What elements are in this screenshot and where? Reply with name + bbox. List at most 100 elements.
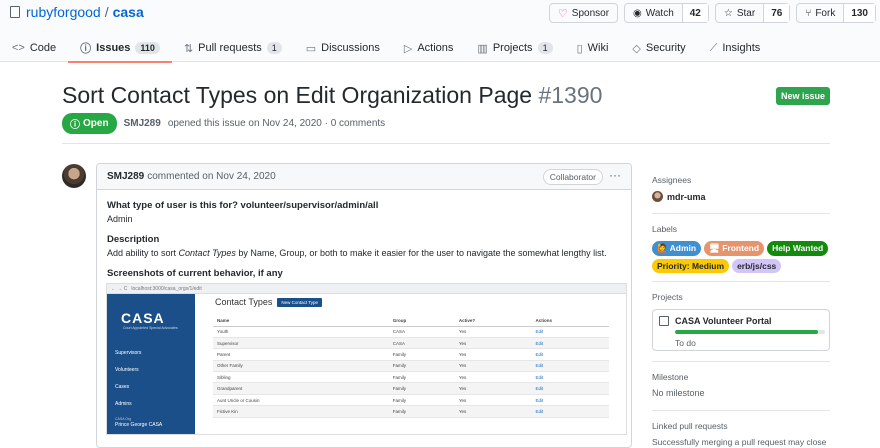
project-icon <box>659 316 669 326</box>
sidebar-divider <box>652 281 830 282</box>
answer-user-type: Admin <box>107 214 133 224</box>
new-contact-type-button: New Contact Type <box>277 297 323 307</box>
description-emphasis: Contact Types <box>178 248 236 259</box>
code-icon: <> <box>12 42 25 54</box>
assignees-heading[interactable]: Assignees <box>652 175 830 185</box>
description-part: by Name, Group, or both to make it easie… <box>235 248 607 259</box>
author-avatar[interactable] <box>62 164 86 188</box>
contact-types-heading: Contact Types <box>215 297 273 307</box>
issue-state-badge: ⓘ Open <box>62 113 117 134</box>
description-text: Add ability to sort Contact Types by Nam… <box>107 247 621 259</box>
sidebar-divider <box>652 361 830 362</box>
star-count[interactable]: 76 <box>763 4 790 22</box>
table-header-cell: Active? <box>454 316 532 327</box>
table-cell: Family <box>388 394 455 407</box>
issue-icon: ⓘ <box>80 43 92 55</box>
table-cell: Yes <box>454 382 532 395</box>
table-cell: Yes <box>454 394 532 407</box>
assignee-name: mdr-uma <box>667 191 706 202</box>
tab-code[interactable]: <> Code <box>0 34 68 62</box>
issue-label[interactable]: Help Wanted <box>767 241 829 256</box>
issue-label[interactable]: Priority: Medium <box>652 259 730 273</box>
milestone-section: Milestone No milestone <box>652 372 830 398</box>
project-icon: ▥ <box>477 42 488 55</box>
labels-heading[interactable]: Labels <box>652 224 830 234</box>
table-cell: Supervisor <box>213 337 389 350</box>
tab-label: Actions <box>417 42 454 54</box>
issue-author-link[interactable]: SMJ289 <box>124 118 161 129</box>
table-cell: Grandparent <box>213 382 389 395</box>
casa-logo-subtitle: Court Appointed Special Advocates <box>123 326 178 330</box>
repo-owner-link[interactable]: rubyforgood <box>26 4 101 20</box>
milestone-heading[interactable]: Milestone <box>652 372 830 382</box>
tab-label: Security <box>645 42 686 54</box>
tab-label: Projects <box>492 42 533 54</box>
tab-label: Issues <box>96 42 131 54</box>
issue-title-text: Sort Contact Types on Edit Organization … <box>62 82 533 108</box>
sponsor-button[interactable]: ♡ Sponsor <box>548 3 619 23</box>
table-cell: Family <box>388 405 455 418</box>
question-user-type: What type of user is this for? volunteer… <box>107 200 379 211</box>
table-cell: Family <box>388 371 455 384</box>
table-header-cell: Name <box>213 316 389 327</box>
issue-label[interactable]: 🙋 Admin <box>652 241 702 256</box>
repo-icon <box>10 6 20 18</box>
fork-count[interactable]: 130 <box>843 4 875 22</box>
table-cell: Yes <box>454 360 532 373</box>
tab-actions[interactable]: ▷ Actions <box>392 34 466 62</box>
discussion-icon: ▭ <box>305 42 317 55</box>
comment-timestamp[interactable]: commented on Nov 24, 2020 <box>147 171 275 182</box>
header-divider <box>62 143 830 144</box>
screenshots-heading: Screenshots of current behavior, if any <box>107 268 283 280</box>
project-card[interactable]: CASA Volunteer Portal To do <box>652 309 830 351</box>
project-progress-fill <box>675 330 818 334</box>
screenshot-org-label: CASA Org <box>115 417 132 421</box>
comment-menu-icon[interactable]: ··· <box>609 168 621 182</box>
projects-heading[interactable]: Projects <box>652 292 830 302</box>
watch-count[interactable]: 42 <box>681 4 708 22</box>
tab-issues[interactable]: ⓘ Issues 110 <box>68 34 172 63</box>
tab-wiki[interactable]: ▯ Wiki <box>565 34 621 62</box>
sidebar-divider <box>652 410 830 411</box>
project-progress-bar <box>675 330 825 334</box>
heart-icon: ♡ <box>557 7 568 20</box>
tab-discussions[interactable]: ▭ Discussions <box>294 34 392 62</box>
embedded-screenshot[interactable]: ← → C localhost:3000/casa_orgs/1/edit CA… <box>106 283 627 435</box>
linked-prs-heading[interactable]: Linked pull requests <box>652 421 830 431</box>
table-cell: CASA <box>388 337 455 350</box>
watch-label: Watch <box>645 7 674 19</box>
description-part: Add ability to sort <box>107 248 179 259</box>
edit-link: Edit <box>531 382 609 395</box>
book-icon: ▯ <box>576 42 583 55</box>
repo-header: rubyforgood / casa ♡ Sponsor ◉ Watch 42 ☆ S… <box>0 0 880 63</box>
fork-button[interactable]: ⑂ Fork 130 <box>796 3 876 23</box>
eye-icon: ◉ <box>633 7 642 19</box>
table-cell: Yes <box>454 326 532 338</box>
star-label: Star <box>736 7 756 19</box>
new-issue-button[interactable]: New issue <box>776 87 830 105</box>
screenshot-url: localhost:3000/casa_orgs/1/edit <box>131 285 202 292</box>
tab-projects[interactable]: ▥ Projects 1 <box>465 34 564 62</box>
tab-pull-requests[interactable]: ⇅ Pull requests 1 <box>172 34 294 62</box>
tab-count-badge: 1 <box>537 42 553 54</box>
milestone-value: No milestone <box>652 388 705 398</box>
tab-security[interactable]: ◇ Security <box>620 34 697 62</box>
star-button[interactable]: ☆ Star 76 <box>714 3 791 23</box>
issue-label[interactable]: erb/js/css <box>732 259 782 273</box>
table-cell: Sibling <box>213 371 389 384</box>
comment-author-link[interactable]: SMJ289 <box>107 171 144 182</box>
tab-insights[interactable]: ⟋ Insights <box>698 34 773 62</box>
tab-label: Insights <box>722 42 761 54</box>
screenshot-org-name: Prince George CASA <box>115 422 163 428</box>
graph-icon: ⟋ <box>709 41 718 54</box>
assignee[interactable]: mdr-uma <box>652 191 830 202</box>
issue-number: #1390 <box>538 82 603 108</box>
table-cell: Family <box>388 382 455 395</box>
table-cell: Family <box>388 348 455 361</box>
watch-button[interactable]: ◉ Watch 42 <box>624 3 709 23</box>
table-row: Supervisor CASA Yes Edit <box>213 337 609 350</box>
linked-prs-text: Successfully merging a pull request may … <box>652 437 827 447</box>
repo-name-link[interactable]: casa <box>113 4 144 20</box>
issue-label[interactable]: 🖥 Frontend <box>704 241 765 256</box>
sidebar-divider <box>652 213 830 214</box>
